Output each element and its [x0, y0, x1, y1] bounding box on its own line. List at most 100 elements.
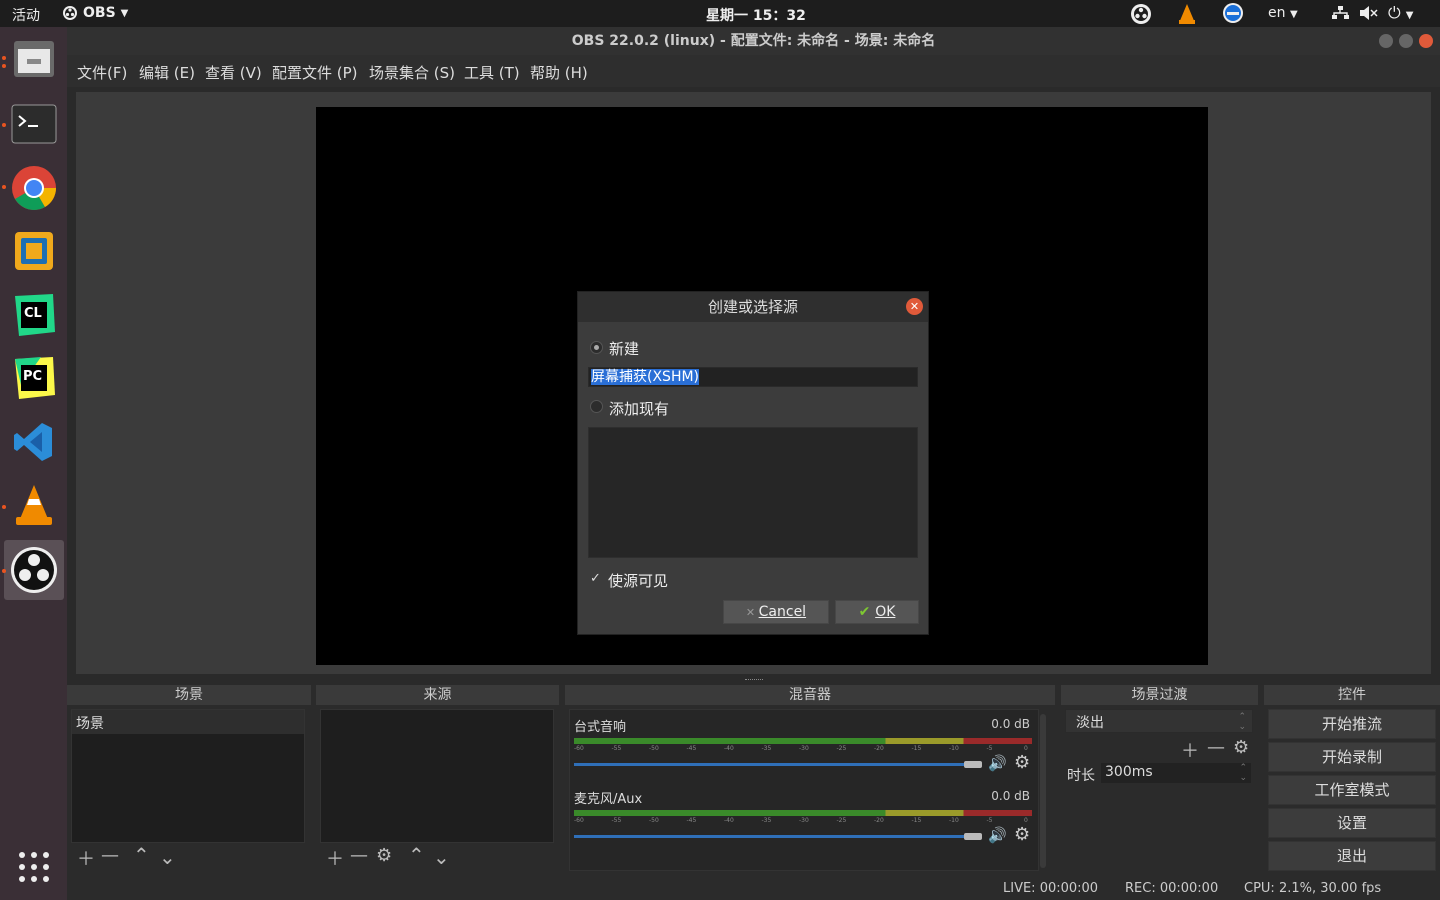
- rec-time: REC: 00:00:00: [1125, 881, 1219, 896]
- start-recording-button[interactable]: 开始录制: [1268, 742, 1436, 772]
- move-down-button[interactable]: ⌄: [159, 845, 176, 869]
- gear-icon[interactable]: ⚙: [376, 845, 392, 866]
- settings-button[interactable]: 设置: [1268, 808, 1436, 838]
- window-titlebar[interactable]: OBS 22.0.2 (linux) - 配置文件: 未命名 - 场景: 未命名: [67, 27, 1440, 55]
- scene-item[interactable]: 场景: [72, 710, 304, 734]
- menu-edit[interactable]: 编辑 (E): [139, 62, 195, 83]
- virtualbox-icon: [15, 232, 53, 270]
- vlc-tray-icon[interactable]: [1177, 3, 1197, 25]
- volume-meter: [574, 810, 1032, 816]
- scale-tick-label: -40: [724, 745, 734, 752]
- move-up-button[interactable]: ⌃: [133, 843, 150, 867]
- network-icon[interactable]: [1331, 5, 1349, 21]
- mixer-panel: 混音器 台式音响 0.0 dB -60 -55 -50 -45 -40 -35 -30 -25…: [565, 685, 1055, 875]
- duration-input[interactable]: 300ms ⌃ ⌄: [1101, 763, 1251, 783]
- menu-profile[interactable]: 配置文件 (P): [272, 62, 358, 83]
- dialog-close-icon[interactable]: ✕: [906, 298, 923, 315]
- volume-muted-icon[interactable]: [1359, 5, 1379, 21]
- gear-icon[interactable]: ⚙: [1014, 824, 1030, 845]
- studio-mode-button[interactable]: 工作室模式: [1268, 775, 1436, 805]
- gear-icon[interactable]: ⚙: [1233, 737, 1249, 758]
- teamviewer-tray-icon[interactable]: [1222, 2, 1244, 24]
- cancel-icon: ✕: [745, 606, 759, 619]
- remove-scene-button[interactable]: —: [101, 845, 119, 866]
- clock[interactable]: 星期一 15：32: [706, 5, 806, 25]
- track-name: 麦克风/Aux: [574, 792, 643, 807]
- clion-launcher[interactable]: CL: [4, 285, 64, 345]
- volume-slider[interactable]: [574, 761, 982, 768]
- vscode-launcher[interactable]: [4, 412, 64, 472]
- start-streaming-button[interactable]: 开始推流: [1268, 709, 1436, 739]
- create-select-source-dialog: 创建或选择源 ✕ 新建 屏幕捕获(XSHM) 添加现有 ✓ 使源可见 ✕ Can…: [577, 291, 929, 635]
- volume-slider-knob[interactable]: [964, 761, 982, 768]
- volume-slider-knob[interactable]: [964, 833, 982, 840]
- top-bar: 活动 OBS ▼ 星期一 15：32 en ▼ ⏻ ▼: [0, 0, 1440, 27]
- remove-transition-button[interactable]: —: [1207, 737, 1225, 758]
- dialog-title: 创建或选择源: [578, 292, 928, 322]
- speaker-icon[interactable]: 🔊: [988, 826, 1007, 844]
- move-down-button[interactable]: ⌄: [433, 845, 450, 869]
- existing-sources-list[interactable]: [588, 427, 918, 558]
- activities-button[interactable]: 活动: [12, 5, 40, 25]
- mixer-scrollbar[interactable]: [1040, 714, 1046, 868]
- menu-scene-collection[interactable]: 场景集合 (S): [369, 62, 455, 83]
- scenes-list[interactable]: 场景: [71, 709, 305, 843]
- exit-button[interactable]: 退出: [1268, 841, 1436, 871]
- add-scene-button[interactable]: ＋: [77, 845, 95, 871]
- vlc-launcher[interactable]: [4, 476, 64, 536]
- running-indicator: [2, 64, 6, 68]
- obs-icon: [63, 6, 77, 20]
- obs-launcher[interactable]: [4, 540, 64, 600]
- app-menu-button[interactable]: OBS ▼: [62, 5, 128, 21]
- speaker-icon[interactable]: 🔊: [988, 754, 1007, 772]
- show-applications-button[interactable]: [4, 837, 64, 897]
- gear-icon[interactable]: ⚙: [1014, 752, 1030, 773]
- meter-scale: -60 -55 -50 -45 -40 -35 -30 -25 -20 -15 -10 -5 0: [574, 817, 1032, 827]
- checkmark-icon[interactable]: ✓: [590, 571, 601, 586]
- move-up-button[interactable]: ⌃: [408, 843, 425, 867]
- scale-tick-label: 0: [1024, 745, 1028, 752]
- volume-slider[interactable]: [574, 833, 982, 840]
- cancel-button[interactable]: ✕ Cancel: [723, 600, 829, 624]
- transition-select[interactable]: 淡出 ⌃ ⌄: [1065, 709, 1253, 733]
- ok-button[interactable]: ✔ OK: [835, 600, 919, 624]
- maximize-button[interactable]: [1399, 34, 1413, 48]
- track-db: 0.0 dB: [991, 717, 1030, 731]
- files-launcher[interactable]: [4, 29, 64, 89]
- running-indicator: [2, 185, 6, 189]
- scale-tick-label: -35: [761, 745, 772, 752]
- spinner-icon[interactable]: ⌃ ⌄: [1239, 763, 1247, 783]
- dock-splitter-handle[interactable]: [745, 679, 763, 682]
- add-transition-button[interactable]: ＋: [1181, 737, 1199, 763]
- spinner-icon: ⌃ ⌄: [1238, 712, 1246, 732]
- terminal-launcher[interactable]: [4, 94, 64, 154]
- pycharm-launcher[interactable]: PC: [4, 348, 64, 408]
- chrome-launcher[interactable]: [4, 158, 64, 218]
- running-indicator: [2, 56, 6, 60]
- scale-tick-label: -20: [874, 745, 884, 752]
- minimize-button[interactable]: [1379, 34, 1393, 48]
- add-existing-radio[interactable]: [590, 400, 603, 413]
- language-indicator[interactable]: en ▼: [1268, 5, 1298, 21]
- close-button[interactable]: [1419, 34, 1433, 48]
- language-label: en: [1268, 5, 1286, 21]
- scale-tick-label: -10: [949, 817, 959, 824]
- menu-view[interactable]: 查看 (V): [205, 62, 262, 83]
- add-source-button[interactable]: ＋: [326, 845, 344, 871]
- new-source-radio[interactable]: [590, 341, 603, 354]
- menu-help[interactable]: 帮助 (H): [530, 62, 588, 83]
- remove-source-button[interactable]: —: [350, 845, 368, 866]
- sources-list[interactable]: [320, 709, 554, 843]
- source-name-input[interactable]: 屏幕捕获(XSHM): [588, 367, 918, 387]
- power-icon[interactable]: ⏻ ▼: [1388, 3, 1413, 23]
- scale-tick-label: -40: [724, 817, 734, 824]
- live-time: LIVE: 00:00:00: [1003, 881, 1099, 896]
- obs-tray-icon[interactable]: [1130, 3, 1152, 25]
- menu-file[interactable]: 文件(F): [77, 62, 127, 83]
- scale-tick-label: -55: [611, 745, 622, 752]
- menu-tools[interactable]: 工具 (T): [464, 62, 520, 83]
- checkmark-icon: ✔: [858, 604, 876, 620]
- virtualbox-launcher[interactable]: [4, 221, 64, 281]
- scale-tick-label: -55: [611, 817, 622, 824]
- track-name: 台式音响: [574, 720, 627, 735]
